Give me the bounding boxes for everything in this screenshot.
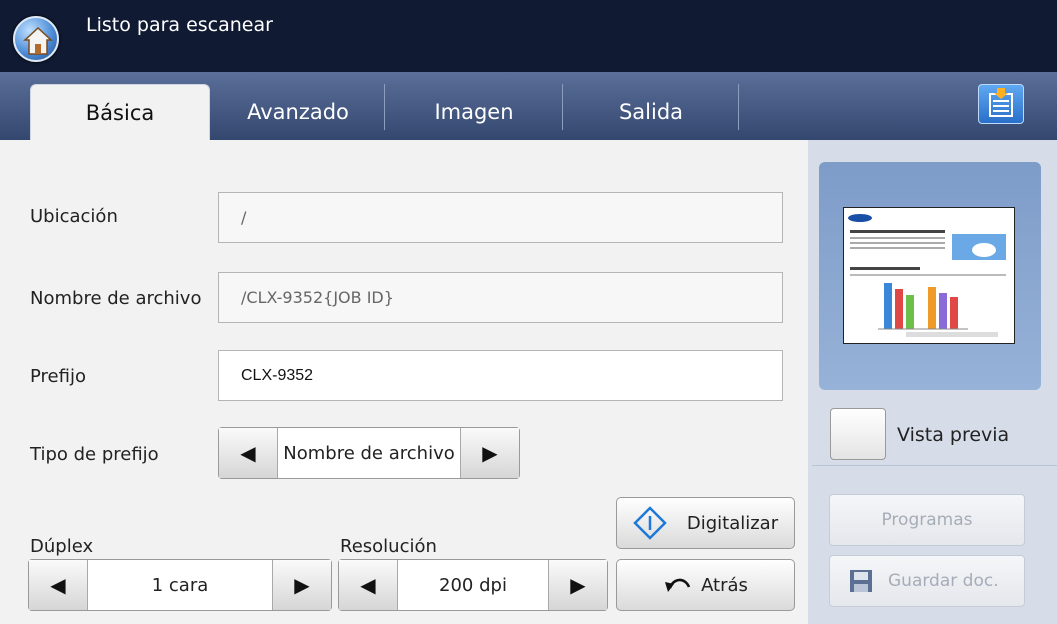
- document-menu-button[interactable]: [978, 84, 1024, 124]
- filename-label: Nombre de archivo: [30, 288, 202, 309]
- prefix-type-value: Nombre de archivo: [277, 428, 461, 478]
- arrow-left-icon[interactable]: ◀: [29, 560, 87, 610]
- arrow-right-icon[interactable]: ▶: [461, 428, 519, 478]
- duplex-label: Dúplex: [30, 536, 94, 557]
- prefix-type-stepper: ◀ Nombre de archivo ▶: [218, 427, 520, 479]
- arrow-left-icon[interactable]: ◀: [339, 560, 397, 610]
- home-icon: [23, 26, 53, 55]
- tab-separator: [384, 84, 385, 130]
- prefix-type-label: Tipo de prefijo: [30, 444, 159, 465]
- save-doc-button[interactable]: Guardar doc.: [829, 555, 1025, 607]
- preview-checkbox[interactable]: [830, 408, 886, 460]
- status-bar: Listo para escanear: [0, 0, 1057, 72]
- save-doc-label: Guardar doc.: [888, 571, 999, 591]
- side-divider: [812, 465, 1057, 466]
- filename-field[interactable]: /CLX-9352{JOB ID}: [218, 272, 783, 323]
- back-button[interactable]: Atrás: [616, 559, 795, 611]
- location-label: Ubicación: [30, 206, 118, 227]
- preview-thumbnail: [843, 207, 1015, 344]
- tab-salida[interactable]: Salida: [564, 84, 738, 140]
- prefix-label: Prefijo: [30, 366, 86, 387]
- resolution-label: Resolución: [340, 536, 437, 557]
- arrow-right-icon[interactable]: ▶: [273, 560, 331, 610]
- back-label: Atrás: [701, 574, 748, 596]
- diamond-start-icon: [633, 506, 667, 540]
- location-field[interactable]: /: [218, 192, 783, 243]
- document-menu-icon: [989, 88, 1013, 117]
- duplex-stepper: ◀ 1 cara ▶: [28, 559, 332, 611]
- tab-separator: [738, 84, 739, 130]
- duplex-value: 1 cara: [87, 560, 273, 610]
- tab-separator: [562, 84, 563, 130]
- scan-label: Digitalizar: [686, 512, 779, 534]
- undo-arrow-icon: [665, 578, 691, 592]
- preview-label: Vista previa: [897, 424, 1010, 446]
- tab-basica[interactable]: Básica: [30, 84, 210, 140]
- home-button[interactable]: [13, 16, 59, 62]
- floppy-disk-icon: [850, 570, 872, 592]
- scan-button[interactable]: Digitalizar: [616, 497, 795, 549]
- tab-avanzado[interactable]: Avanzado: [212, 84, 384, 140]
- resolution-value: 200 dpi: [397, 560, 549, 610]
- arrow-right-icon[interactable]: ▶: [549, 560, 607, 610]
- arrow-left-icon[interactable]: ◀: [219, 428, 277, 478]
- tab-bar: Básica Avanzado Imagen Salida: [0, 72, 1057, 140]
- prefix-field[interactable]: CLX-9352: [218, 350, 783, 401]
- resolution-stepper: ◀ 200 dpi ▶: [338, 559, 608, 611]
- status-text: Listo para escanear: [86, 14, 273, 36]
- tab-imagen[interactable]: Imagen: [386, 84, 562, 140]
- programs-button[interactable]: Programas: [829, 494, 1025, 546]
